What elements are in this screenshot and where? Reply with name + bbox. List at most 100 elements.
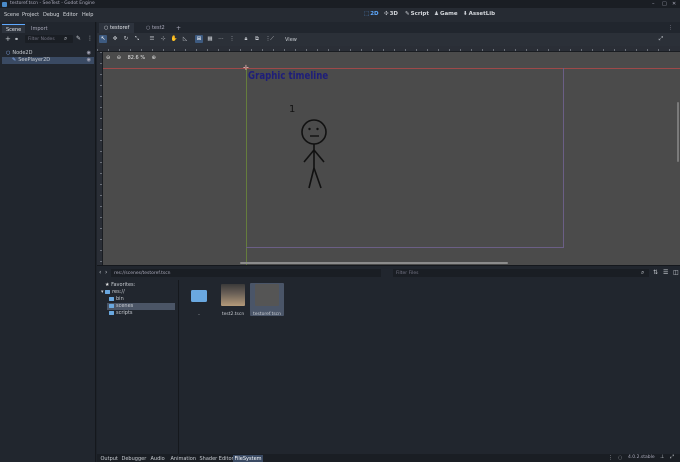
more-icon[interactable]: ⋮: [608, 455, 613, 461]
move-tool-icon[interactable]: ✥: [111, 35, 119, 43]
menu-scene[interactable]: Scene: [4, 12, 19, 18]
list-view-icon[interactable]: ☰: [663, 269, 668, 276]
folder-icon: [109, 296, 114, 301]
file-item-parent[interactable]: ..: [182, 283, 216, 317]
list-select-icon[interactable]: ☰: [148, 35, 156, 43]
tab-filesystem[interactable]: FileSystem: [233, 455, 264, 462]
tree-folder-scripts[interactable]: scripts: [109, 310, 175, 317]
workspace-game[interactable]: ♟Game: [434, 11, 458, 17]
tab-audio[interactable]: Audio: [149, 455, 166, 462]
visibility-eye-icon[interactable]: ◉: [87, 57, 91, 63]
file-label: ..: [197, 312, 201, 317]
stick-figure-sprite[interactable]: [297, 118, 331, 192]
scene-toolbar: + ⚭ Filter Nodes ⌕ ✎ ⋮: [2, 35, 94, 44]
3d-icon: ✣: [384, 11, 389, 17]
menu-project[interactable]: Project: [22, 12, 39, 18]
tree-node-node2d[interactable]: ○ Node2D ◉: [2, 50, 94, 57]
scene-tab-testoref[interactable]: ○ testoref: [99, 23, 135, 33]
tab-shader-editor[interactable]: Shader Editor: [198, 455, 235, 462]
minimize-icon[interactable]: –: [652, 1, 655, 7]
2d-icon: ⬚: [364, 11, 370, 17]
menu-editor[interactable]: Editor: [63, 12, 78, 18]
ruler-icon[interactable]: ◺: [181, 35, 189, 43]
pin-icon[interactable]: ⊥: [660, 454, 664, 460]
filesystem-tree: ★ Favorites: ▾ res:// bin scenes scripts: [97, 280, 179, 455]
file-item-testoref[interactable]: testoref.tscn: [250, 283, 284, 317]
game-icon: ♟: [434, 11, 439, 17]
tab-import[interactable]: Import: [27, 24, 52, 33]
file-grid: .. test2.tscn testoref.tscn: [180, 280, 680, 455]
visibility-eye-icon[interactable]: ◉: [87, 50, 91, 56]
group-icon[interactable]: ⧉: [253, 35, 261, 43]
select-tool-icon[interactable]: ↖: [99, 35, 107, 43]
expand-panel-icon[interactable]: ⤢: [670, 454, 674, 460]
script-attach-icon[interactable]: ✎: [76, 35, 81, 42]
forward-icon[interactable]: ›: [105, 269, 107, 276]
more-icon[interactable]: ⋮: [87, 35, 93, 42]
file-item-test2[interactable]: test2.tscn: [216, 283, 250, 317]
version-label: 4.0.2.stable: [628, 455, 655, 460]
expand-icon[interactable]: ⤢: [657, 35, 665, 43]
folder-icon: [191, 290, 207, 302]
tab-output[interactable]: Output: [99, 455, 119, 462]
vertical-scrollbar[interactable]: [677, 102, 679, 162]
link-icon[interactable]: ⚭: [14, 36, 19, 43]
script-icon: ✎: [405, 11, 410, 17]
tree-res-root[interactable]: ▾ res://: [101, 289, 175, 296]
smart-snap-icon[interactable]: ⋯: [217, 35, 225, 43]
folder-icon: [105, 289, 111, 294]
sort-icon[interactable]: ⇅: [653, 269, 658, 276]
canvas-viewport[interactable]: ⊖ ⊖ 82.6 % ⊕ ✛ Graphic timeline 1: [103, 52, 680, 265]
zoom-reset-icon[interactable]: ⊖: [117, 55, 121, 61]
add-node-icon[interactable]: +: [5, 35, 11, 43]
pivot-icon[interactable]: ⊹: [159, 35, 167, 43]
file-label: test2.tscn: [221, 312, 245, 317]
tree-folder-scenes[interactable]: scenes: [107, 303, 175, 310]
view-menu[interactable]: View: [285, 37, 297, 43]
tab-animation[interactable]: Animation: [169, 455, 198, 462]
horizontal-scrollbar[interactable]: [240, 262, 508, 264]
workspace-script[interactable]: ✎Script: [405, 11, 429, 17]
tab-debugger[interactable]: Debugger: [120, 455, 148, 462]
canvas-toolbar: ↖ ✥ ↻ ⤡ ☰ ⊹ ✋ ◺ ⊞ ▦ ⋯ ⋮ 🔒︎ ⧉ ⋮ ⟋ View ⤢: [97, 33, 680, 46]
scale-tool-icon[interactable]: ⤡: [133, 35, 141, 43]
scene-tab-test2[interactable]: ○ test2: [141, 23, 170, 33]
scene-dock: Scene Import + ⚭ Filter Nodes ⌕ ✎ ⋮ ○ Nod…: [0, 22, 96, 462]
workspace-2d[interactable]: ⬚2D: [364, 11, 379, 17]
maximize-icon[interactable]: □: [662, 1, 667, 7]
snap-icon[interactable]: ⊞: [195, 35, 203, 43]
tab-scene[interactable]: Scene: [2, 24, 26, 33]
zoom-in-icon[interactable]: ⊕: [152, 55, 156, 61]
more-icon[interactable]: ⋮: [663, 23, 678, 33]
more-icon[interactable]: ⋮: [228, 35, 236, 43]
add-tab-icon[interactable]: +: [171, 23, 186, 33]
node2d-icon: ○: [6, 50, 11, 56]
tree-node-seeplayer2d[interactable]: ✎ SeePlayer2D ◉: [2, 57, 94, 64]
workspace-3d[interactable]: ✣3D: [384, 11, 398, 17]
menu-debug[interactable]: Debug: [43, 12, 59, 18]
grid-icon[interactable]: ▦: [206, 35, 214, 43]
marker-number: 1: [289, 104, 296, 115]
split-view-icon[interactable]: ◫: [673, 269, 679, 276]
scene-tab-bar: ○ testoref ○ test2 + ⋮: [97, 22, 680, 33]
tree-folder-bin[interactable]: bin: [109, 296, 175, 303]
filter-files-input[interactable]: Filter Files: [393, 269, 649, 277]
bottom-panel-bar: Output Debugger Audio Animation Shader E…: [97, 454, 680, 462]
pan-icon[interactable]: ✋: [170, 35, 178, 43]
tree-favorites[interactable]: ★ Favorites:: [105, 282, 175, 289]
close-icon[interactable]: ✕: [672, 1, 676, 7]
canvas-title: Graphic timeline: [248, 70, 329, 82]
title-bar: testoref.tscn - SeeTest - Godot Engine –…: [0, 0, 680, 8]
rotate-tool-icon[interactable]: ↻: [122, 35, 130, 43]
back-icon[interactable]: ‹: [99, 269, 101, 276]
window-title: testoref.tscn - SeeTest - Godot Engine: [10, 1, 95, 6]
zoom-out-icon[interactable]: ⊖: [106, 55, 110, 61]
bone-icon[interactable]: ⟋: [268, 35, 276, 43]
scene-thumbnail-icon: [221, 284, 245, 306]
path-field[interactable]: res://scenes/testoref.tscn: [111, 269, 381, 277]
menu-help[interactable]: Help: [82, 12, 93, 18]
workspace-assetlib[interactable]: ⬇AssetLib: [463, 11, 495, 17]
zoom-level[interactable]: 82.6 %: [128, 55, 145, 61]
lock-icon[interactable]: 🔒︎: [242, 35, 250, 43]
viewport-frame: [246, 68, 564, 248]
